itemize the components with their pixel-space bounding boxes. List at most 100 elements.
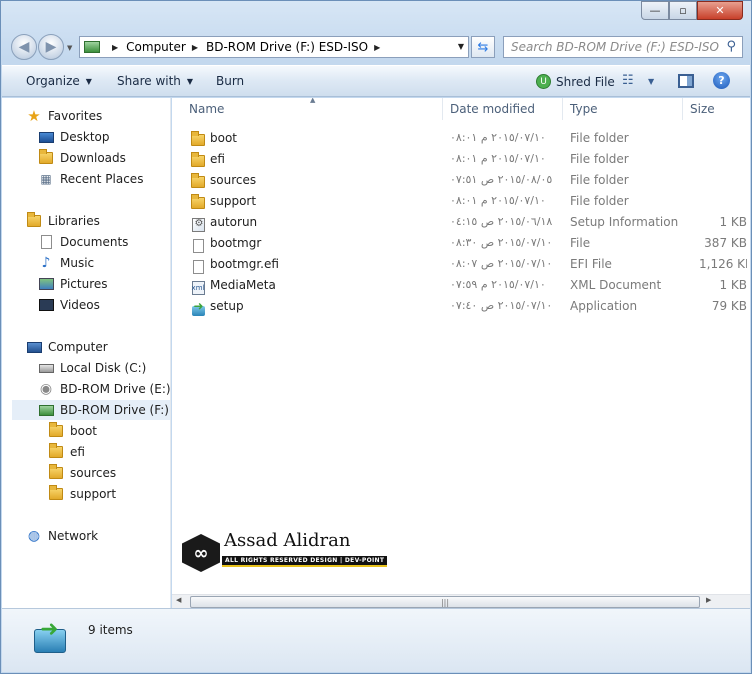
computer-icon xyxy=(26,339,42,355)
breadcrumb-separator-icon[interactable]: ▶ xyxy=(374,43,380,52)
column-divider[interactable] xyxy=(442,98,443,120)
table-row[interactable]: bootmgr ٢٠١٥/٠٧/١٠ ص ٠٨:٣٠ File 387 KB xyxy=(172,233,750,254)
nav-computer[interactable]: Computer xyxy=(26,337,170,357)
column-name[interactable]: Name xyxy=(189,102,224,116)
star-icon: ★ xyxy=(27,107,41,125)
desktop-icon xyxy=(38,129,54,145)
nav-libraries[interactable]: Libraries xyxy=(26,211,170,231)
nav-subfolder-boot[interactable]: boot xyxy=(48,421,170,441)
drive-setup-icon xyxy=(32,617,66,653)
hard-disk-icon xyxy=(38,360,54,376)
nav-subfolder-sources[interactable]: sources xyxy=(48,463,170,483)
drive-icon xyxy=(84,41,100,53)
breadcrumb-separator-icon[interactable]: ▶ xyxy=(192,43,198,52)
videos-icon xyxy=(38,297,54,313)
nav-subfolder-support[interactable]: support xyxy=(48,484,170,504)
preview-pane-icon[interactable] xyxy=(678,74,694,88)
table-row[interactable]: autorun ٢٠١٥/٠٦/١٨ ص ٠٤:١٥ Setup Informa… xyxy=(172,212,750,233)
nav-item-videos[interactable]: Videos xyxy=(38,295,170,315)
nav-item-downloads[interactable]: Downloads xyxy=(38,148,170,168)
table-row[interactable]: boot ٢٠١٥/٠٧/١٠ م ٠٨:٠١ File folder xyxy=(172,128,750,149)
view-options-dropdown-icon[interactable]: ▼ xyxy=(648,77,654,86)
address-row: ◀ ▶ ▼ ▶ Computer ▶ BD-ROM Drive (F:) ESD… xyxy=(1,31,752,63)
refresh-button[interactable]: ⇆ xyxy=(471,36,495,58)
refresh-icon: ⇆ xyxy=(477,39,489,55)
recent-places-icon: ▦ xyxy=(40,172,52,186)
recent-pages-dropdown[interactable]: ▼ xyxy=(67,44,72,52)
address-dropdown-icon[interactable]: ▼ xyxy=(458,42,464,51)
nav-item-documents[interactable]: Documents xyxy=(38,232,170,252)
maximize-button[interactable]: ▫ xyxy=(669,1,697,20)
nav-item-bd-rom-e[interactable]: ◉ BD-ROM Drive (E:) ي xyxy=(38,379,170,399)
shred-file-label: Shred File xyxy=(556,74,615,89)
table-row[interactable]: sources ٢٠١٥/٠٨/٠٥ ص ٠٧:٥١ File folder xyxy=(172,170,750,191)
xml-document-icon: xml xyxy=(190,278,206,295)
table-row[interactable]: xml MediaMeta ٢٠١٥/٠٧/١٠ م ٠٧:٥٩ XML Doc… xyxy=(172,275,750,296)
table-row[interactable]: bootmgr.efi ٢٠١٥/٠٧/١٠ ص ٠٨:٠٧ EFI File … xyxy=(172,254,750,275)
column-divider[interactable] xyxy=(562,98,563,120)
organize-button[interactable]: Organize ▼ xyxy=(26,74,92,88)
burn-button[interactable]: Burn xyxy=(216,74,244,88)
navigation-pane: ★ Favorites Desktop Downloads ▦ Recent P… xyxy=(2,98,171,608)
forward-button[interactable]: ▶ xyxy=(38,34,64,60)
network-icon: ◍ xyxy=(27,528,41,544)
horizontal-scrollbar[interactable]: ◀ ||| ▶ xyxy=(172,594,750,608)
table-row[interactable]: setup ٢٠١٥/٠٧/١٠ ص ٠٧:٤٠ Application 79 … xyxy=(172,296,750,317)
nav-item-pictures[interactable]: Pictures xyxy=(38,274,170,294)
search-placeholder: Search BD-ROM Drive (F:) ESD-ISO xyxy=(511,40,719,54)
breadcrumb-drive[interactable]: BD-ROM Drive (F:) ESD-ISO xyxy=(206,40,368,54)
organize-label: Organize xyxy=(26,74,80,88)
watermark-logo: ∞ Assad Alidran ALL RIGHTS RESERVED DESI… xyxy=(182,530,388,580)
address-bar[interactable]: ▶ Computer ▶ BD-ROM Drive (F:) ESD-ISO ▶… xyxy=(79,36,469,58)
table-row[interactable]: support ٢٠١٥/٠٧/١٠ م ٠٨:٠١ File folder xyxy=(172,191,750,212)
column-size[interactable]: Size xyxy=(690,102,715,116)
nav-network[interactable]: ◍ Network xyxy=(26,526,170,546)
back-arrow-icon: ◀ xyxy=(18,39,30,55)
close-button[interactable]: ✕ xyxy=(697,1,743,20)
search-icon[interactable]: ⚲ xyxy=(726,39,736,54)
minimize-button[interactable]: — xyxy=(641,1,669,20)
nav-subfolder-efi[interactable]: efi xyxy=(48,442,170,462)
share-with-label: Share with xyxy=(117,74,181,88)
scroll-left-icon[interactable]: ◀ xyxy=(176,596,181,604)
sort-ascending-icon: ▲ xyxy=(310,98,316,104)
column-date-modified[interactable]: Date modified xyxy=(450,102,535,116)
change-view-icon[interactable]: ☷ xyxy=(622,73,634,88)
nav-item-local-disk[interactable]: Local Disk (C:) xyxy=(38,358,170,378)
shred-file-button[interactable]: U Shred File xyxy=(536,74,615,89)
folder-icon xyxy=(190,152,206,168)
column-divider[interactable] xyxy=(682,98,683,120)
file-icon xyxy=(190,236,206,253)
help-icon[interactable]: ? xyxy=(713,72,730,89)
share-with-button[interactable]: Share with ▼ xyxy=(117,74,193,88)
optical-disc-icon: ◉ xyxy=(39,381,53,397)
folder-icon xyxy=(48,422,64,439)
logo-mark-icon: ∞ xyxy=(182,534,220,572)
setup-info-icon xyxy=(190,215,206,232)
nav-favorites[interactable]: ★ Favorites xyxy=(26,106,170,126)
setup-app-icon xyxy=(190,299,206,316)
nav-item-desktop[interactable]: Desktop xyxy=(38,127,170,147)
file-list: ▲ Name Date modified Type Size boot ٢٠١٥… xyxy=(172,98,750,608)
breadcrumb-separator-icon[interactable]: ▶ xyxy=(112,43,118,52)
back-button[interactable]: ◀ xyxy=(11,34,37,60)
nav-item-music[interactable]: ♪ Music xyxy=(38,253,170,273)
pictures-icon xyxy=(38,276,54,292)
scroll-right-icon[interactable]: ▶ xyxy=(706,596,711,604)
folder-icon xyxy=(48,464,64,481)
scrollbar-thumb[interactable]: ||| xyxy=(190,596,700,608)
nav-item-bd-rom-f[interactable]: BD-ROM Drive (F:) ESD-ISO xyxy=(12,400,170,420)
music-icon: ♪ xyxy=(41,255,51,271)
logo-tagline: ALL RIGHTS RESERVED DESIGN | DEV-POINT xyxy=(222,556,388,567)
breadcrumb-computer[interactable]: Computer xyxy=(126,40,186,54)
folder-icon xyxy=(48,443,64,460)
libraries-icon xyxy=(26,212,42,229)
nav-item-recent-places[interactable]: ▦ Recent Places xyxy=(38,169,170,189)
nav-computer-label: Computer xyxy=(48,340,108,354)
nav-network-label: Network xyxy=(48,529,99,543)
column-type[interactable]: Type xyxy=(570,102,598,116)
table-row[interactable]: efi ٢٠١٥/٠٧/١٠ م ٠٨:٠١ File folder xyxy=(172,149,750,170)
explorer-window: — ▫ ✕ ◀ ▶ ▼ ▶ Computer ▶ BD-ROM Drive (F… xyxy=(0,0,752,674)
caption-buttons: — ▫ ✕ xyxy=(641,1,743,20)
search-input[interactable]: Search BD-ROM Drive (F:) ESD-ISO ⚲ xyxy=(503,36,743,58)
